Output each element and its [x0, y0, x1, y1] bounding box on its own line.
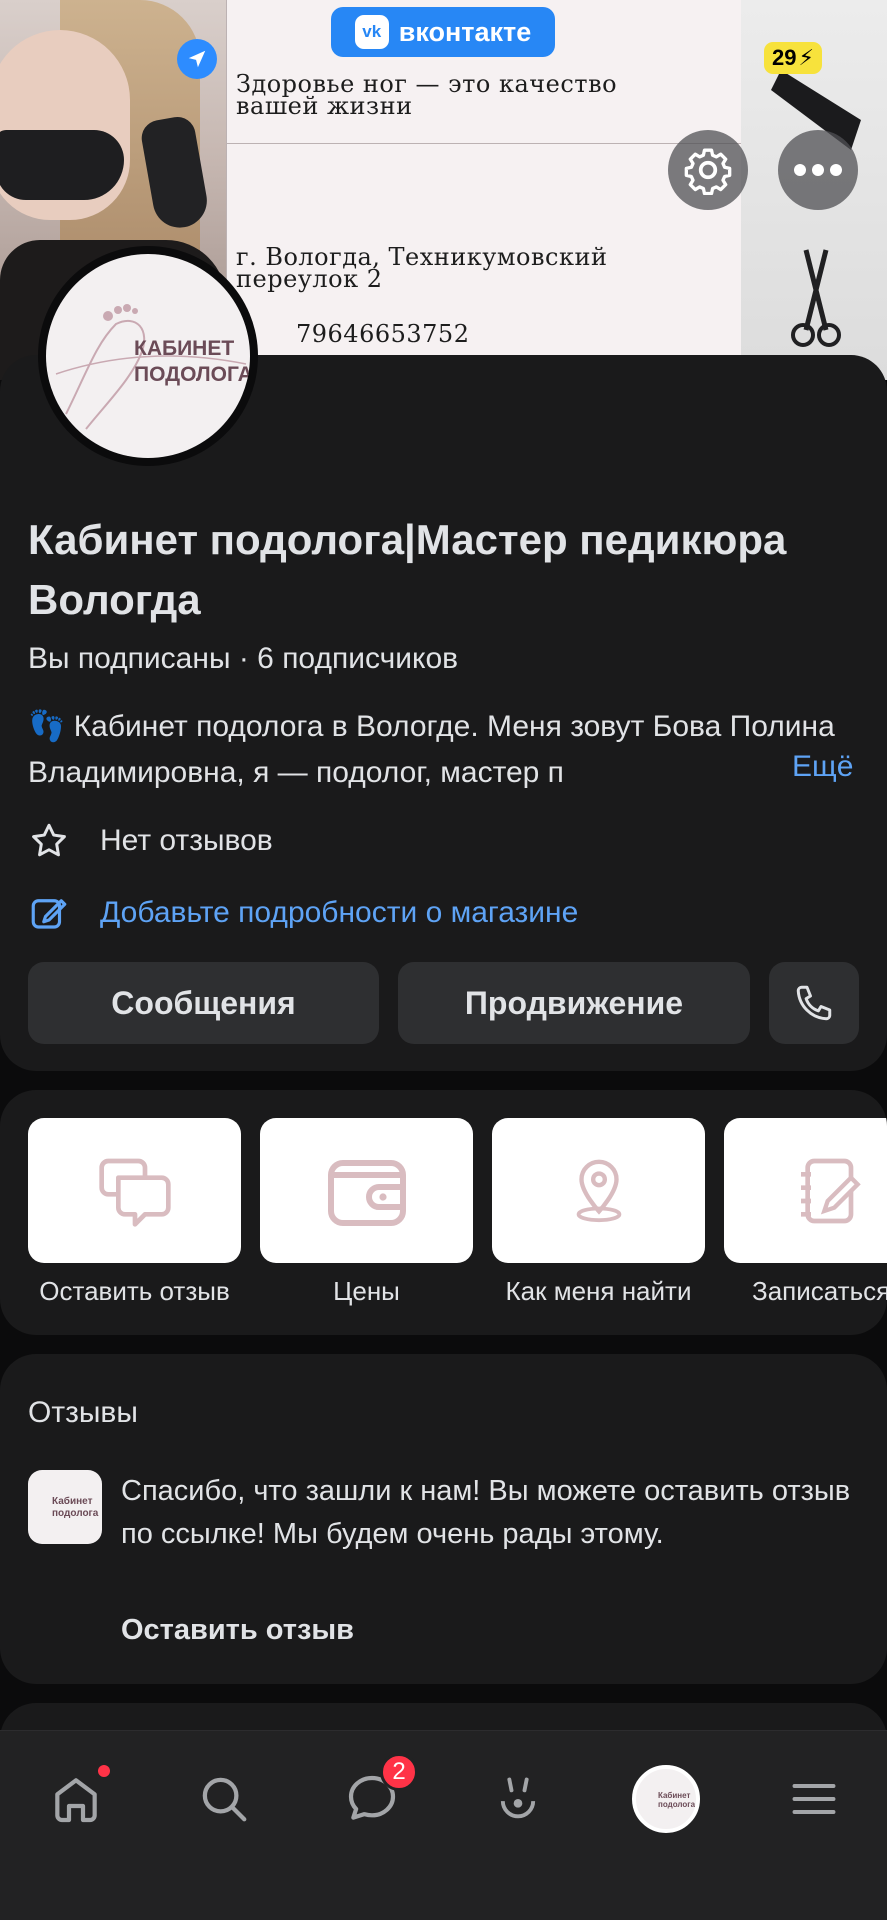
location-arrow-icon — [177, 39, 217, 79]
vk-logo-icon: vk — [354, 15, 389, 49]
community-description: 👣 Кабинет подолога в Вологде. Меня зовут… — [28, 710, 835, 789]
cover-slogan: Здоровье ног — это качество вашей жизни — [236, 70, 618, 120]
cover-phone: 79646653752 — [296, 320, 470, 348]
call-button[interactable] — [769, 962, 859, 1044]
community-title: Кабинет подолога|Мастер педикюра Вологда — [28, 516, 787, 623]
vk-badge-label: вконтакте — [398, 16, 532, 47]
star-icon — [32, 823, 66, 857]
app-screen: Здоровье ног — это качество вашей жизни … — [0, 0, 887, 1920]
messages-badge: 2 — [380, 1753, 418, 1791]
shop-details-row[interactable]: Добавьте подробности о магазине — [28, 892, 578, 934]
quick-actions-card: Оставить отзыв Цены Как меня найти Запис… — [0, 1090, 887, 1335]
subscription-info: Вы подписаны · 6 подписчиков — [28, 642, 458, 676]
leave-review-link[interactable]: Оставить отзыв — [121, 1614, 354, 1647]
hamburger-menu-icon — [792, 1784, 836, 1814]
reviews-title: Отзывы — [28, 1396, 138, 1429]
notebook-icon — [800, 1158, 861, 1223]
avatar-logo-text: КАБИНЕТ ПОДОЛОГА — [134, 337, 250, 386]
profile-avatar: Кабинет подолога — [632, 1765, 700, 1833]
chat-bubbles-icon — [98, 1158, 171, 1227]
tab-menu[interactable] — [774, 1759, 854, 1839]
edit-icon — [31, 899, 67, 929]
clips-icon — [500, 1777, 536, 1819]
separator-dot: · — [238, 642, 258, 675]
tab-avatar-text: Кабинет подолога — [658, 1791, 696, 1809]
cover-address: г. Вологда, Техникумовский переулок 2 — [236, 243, 608, 293]
battery-level: 29 — [772, 45, 797, 70]
tab-home[interactable] — [36, 1759, 116, 1839]
messages-button[interactable]: Сообщения — [28, 962, 379, 1044]
show-more-link[interactable]: Ещё — [782, 750, 854, 784]
search-icon — [202, 1777, 247, 1822]
gear-icon — [684, 148, 732, 195]
quick-action-location[interactable] — [492, 1118, 705, 1263]
reviews-avatar: Кабинет подолога — [28, 1470, 102, 1544]
quick-action-location-label: Как меня найти — [505, 1276, 692, 1306]
bottom-tab-bar: 2 Кабинет подолога — [0, 1730, 887, 1920]
charging-icon: ⚡ — [798, 45, 814, 70]
quick-action-booking[interactable] — [724, 1118, 887, 1263]
wallet-icon — [327, 1159, 406, 1226]
tab-profile[interactable]: Кабинет подолога — [626, 1759, 706, 1839]
reviews-card: Отзывы Кабинет подолога Спасибо, что заш… — [0, 1354, 887, 1684]
phone-icon — [796, 985, 832, 1021]
reviews-avatar-text: Кабинет подолога — [52, 1496, 99, 1519]
home-notification-dot — [98, 1765, 110, 1777]
quick-action-booking-label: Записаться — [752, 1276, 887, 1306]
vk-badge: vk вконтакте — [331, 7, 555, 57]
community-avatar[interactable]: КАБИНЕТ ПОДОЛОГА — [38, 246, 258, 466]
shop-details-link: Добавьте подробности о магазине — [100, 896, 579, 929]
tab-messenger[interactable]: 2 — [332, 1753, 418, 1839]
home-icon — [55, 1778, 97, 1823]
rating-text: Нет отзывов — [100, 824, 273, 857]
rating-row[interactable]: Нет отзывов — [28, 820, 273, 862]
map-pin-icon — [576, 1159, 621, 1222]
ellipsis-icon — [794, 164, 842, 176]
settings-button[interactable] — [668, 130, 748, 210]
quick-action-prices[interactable] — [260, 1118, 473, 1263]
promotion-button[interactable]: Продвижение — [398, 962, 750, 1044]
quick-action-review-label: Оставить отзыв — [39, 1276, 230, 1306]
quick-action-prices-label: Цены — [333, 1276, 400, 1306]
quick-action-review[interactable] — [28, 1118, 241, 1263]
reviews-message: Спасибо, что зашли к нам! Вы можете оста… — [121, 1475, 851, 1550]
subscribers-count[interactable]: 6 подписчиков — [257, 642, 458, 675]
battery-indicator: 29 ⚡ — [764, 42, 822, 74]
subscription-status[interactable]: Вы подписаны — [28, 642, 231, 675]
tab-clips[interactable] — [478, 1759, 558, 1839]
tab-search[interactable] — [184, 1759, 264, 1839]
more-options-button[interactable] — [778, 130, 858, 210]
